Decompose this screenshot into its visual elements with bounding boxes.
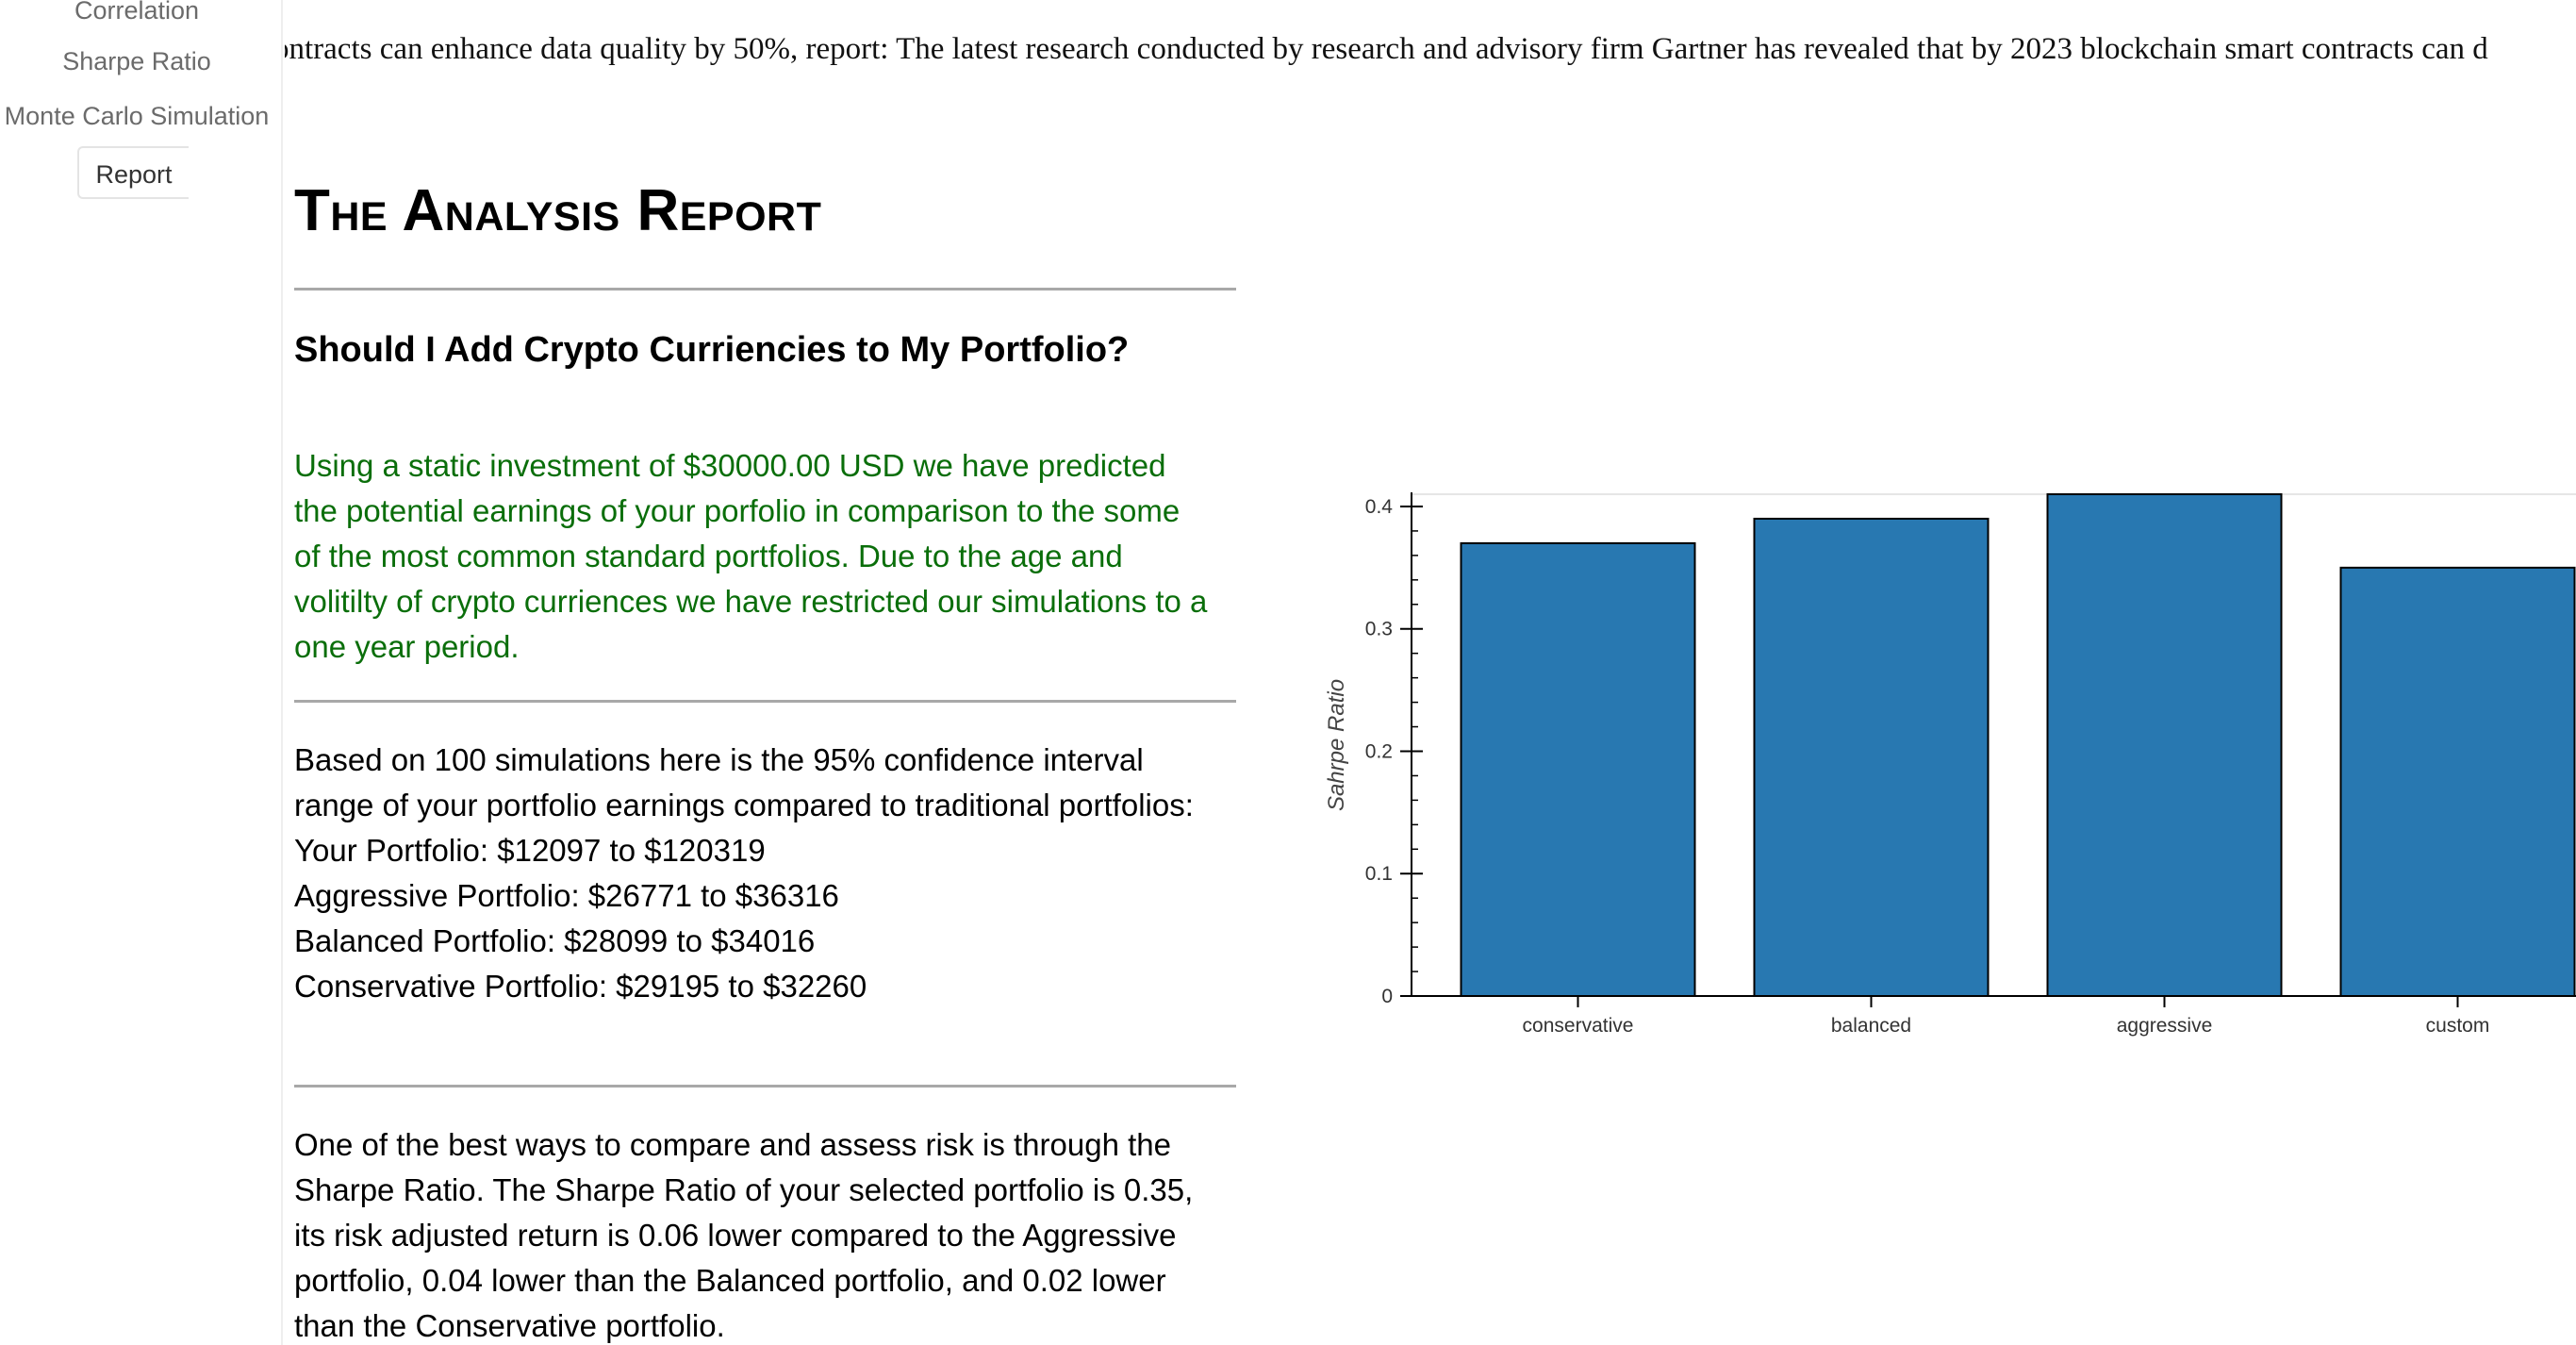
chart-y-axis-label: Sahrpe Ratio <box>1324 679 1349 811</box>
sharpe-line: portfolio, 0.04 lower than the Balanced … <box>294 1263 1166 1298</box>
divider <box>294 288 1236 291</box>
intro-line: Using a static investment of $30000.00 U… <box>294 448 1166 483</box>
sharpe-ratio-chart-svg: 0 0.1 0.2 0.3 0.4 conservative balanced aggres… <box>1324 492 2576 1037</box>
y-tick-label: 0 <box>1381 986 1393 1007</box>
chart-bar-balanced[interactable] <box>1753 517 1990 997</box>
sharpe-line: than the Conservative portfolio. <box>294 1308 725 1343</box>
chart-bar-conservative[interactable] <box>1460 541 1696 997</box>
chart-bars <box>1460 493 2576 997</box>
sharpe-ratio-chart[interactable]: 0 0.1 0.2 0.3 0.4 conservative balanced aggres… <box>1311 472 2576 1056</box>
sidebar-item-monte-carlo-simulation[interactable]: Monte Carlo Simulation <box>0 102 273 131</box>
sharpe-line: its risk adjusted return is 0.06 lower c… <box>294 1218 1177 1253</box>
report-question-heading: Should I Add Crypto Curriencies to My Po… <box>294 330 1130 370</box>
confidence-line: Based on 100 simulations here is the 95%… <box>294 742 1144 777</box>
y-tick-label: 0.4 <box>1365 496 1394 518</box>
aggressive-portfolio-range: Aggressive Portfolio: $26771 to $36316 <box>294 878 839 913</box>
app-page: Correlation Sharpe Ratio Monte Carlo Sim… <box>0 0 2576 1345</box>
intro-paragraph: Using a static investment of $30000.00 U… <box>294 443 1247 670</box>
intro-line: of the most common standard portfolios. … <box>294 539 1123 573</box>
your-portfolio-range: Your Portfolio: $12097 to $120319 <box>294 833 766 868</box>
confidence-interval-paragraph: Based on 100 simulations here is the 95%… <box>294 738 1247 1009</box>
sharpe-line: One of the best ways to compare and asse… <box>294 1127 1171 1162</box>
y-tick-label: 0.2 <box>1365 740 1393 762</box>
chart-y-axis: 0 0.1 0.2 0.3 0.4 <box>1365 492 1423 1007</box>
sidebar-item-report[interactable]: Report <box>77 146 189 199</box>
intro-line: the potential earnings of your porfolio … <box>294 493 1181 528</box>
divider <box>294 1085 1236 1088</box>
intro-line: one year period. <box>294 629 520 664</box>
x-tick-label-balanced: balanced <box>1831 1015 1911 1037</box>
sidebar-item-sharpe-ratio[interactable]: Sharpe Ratio <box>0 47 273 76</box>
y-tick-label: 0.1 <box>1365 863 1393 885</box>
intro-line: volitilty of crypto curriences we have r… <box>294 584 1208 619</box>
page-title: The Analysis Report <box>294 178 822 243</box>
sidebar-item-correlation[interactable]: Correlation <box>0 0 273 25</box>
news-ticker: ontracts can enhance data quality by 50%… <box>285 32 2576 67</box>
x-tick-label-aggressive: aggressive <box>2117 1015 2213 1037</box>
chart-x-axis: conservative balanced aggressive custom <box>1412 995 2576 1037</box>
confidence-line: range of your portfolio earnings compare… <box>294 788 1194 822</box>
sharpe-paragraph: One of the best ways to compare and asse… <box>294 1122 1247 1345</box>
x-tick-label-custom: custom <box>2426 1015 2490 1037</box>
conservative-portfolio-range: Conservative Portfolio: $29195 to $32260 <box>294 969 867 1004</box>
divider <box>294 700 1236 703</box>
sharpe-line: Sharpe Ratio. The Sharpe Ratio of your s… <box>294 1172 1194 1207</box>
sidebar-nav: Correlation Sharpe Ratio Monte Carlo Sim… <box>0 0 283 1345</box>
news-ticker-text: ontracts can enhance data quality by 50%… <box>285 32 2488 66</box>
x-tick-label-conservative: conservative <box>1523 1015 1634 1037</box>
balanced-portfolio-range: Balanced Portfolio: $28099 to $34016 <box>294 923 816 958</box>
y-tick-label: 0.3 <box>1365 619 1393 640</box>
chart-bar-custom[interactable] <box>2339 566 2576 997</box>
chart-bar-aggressive[interactable] <box>2046 493 2283 997</box>
